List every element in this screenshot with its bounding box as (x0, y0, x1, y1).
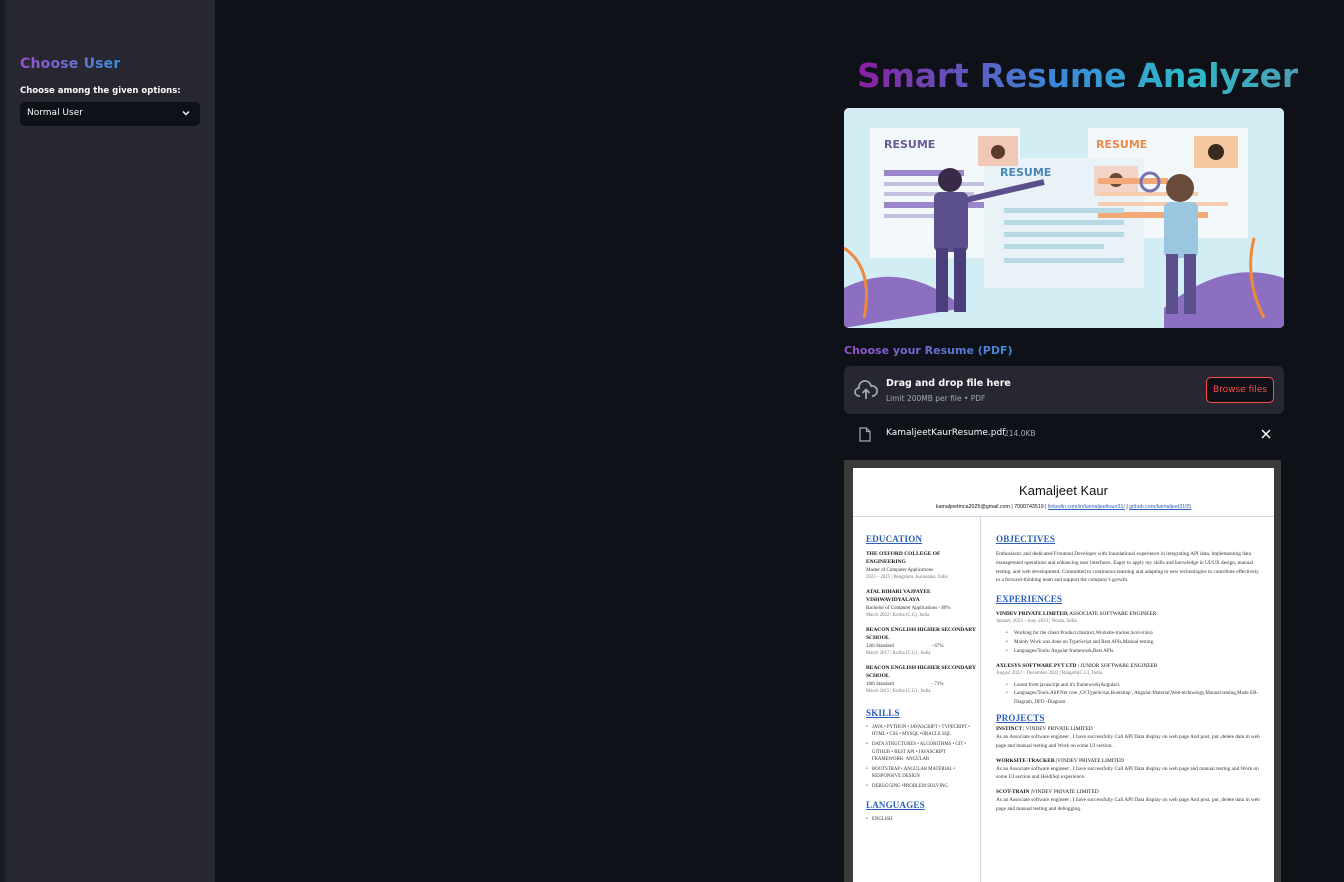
project-text: As an Associate software engineer , I ha… (996, 733, 1260, 749)
education-item: THE OXFORD COLLEGE OF ENGINEERING Master… (866, 550, 978, 581)
project-title: SCOT-TRAIN |VINDEV PRIVATE LIMITED (996, 788, 1262, 796)
education-institution: BEACON ENGLISH HIGHER SECONDARY SCHOOL (866, 665, 976, 679)
education-date: March 2015 | Korba (C.G) , India (866, 689, 931, 694)
education-item: BEACON ENGLISH HIGHER SECONDARY SCHOOL 1… (866, 664, 978, 695)
education-institution: ATAL BIHARI VAJPAYEE VISHWAVIDYALAYA (866, 589, 931, 603)
education-degree: 10th Standard - 71% (866, 682, 944, 687)
resume-github-link[interactable]: github.com/kamaljeet3105 (1129, 504, 1191, 510)
hero-sign-2: RESUME (1096, 138, 1147, 151)
resume-contact-sep: | (1126, 504, 1128, 510)
close-icon[interactable] (1260, 428, 1272, 440)
experience-date: August 2022 – December 2022 | Raigarh(C.… (996, 670, 1103, 676)
objectives-text: Enthusiastic and dedicated Frontend Deve… (996, 551, 1259, 584)
resume-linkedin-link[interactable]: linkedin.com/in/kamaljeetkaur31/ (1048, 504, 1125, 510)
education-degree: Bachelor of Computer Applications - 80% (866, 606, 951, 611)
languages-heading: LANGUAGES (866, 799, 925, 810)
project-text: As an Associate software engineer , I ha… (996, 765, 1259, 781)
experience-date: January 2023 – may-2023 | Noida, India (996, 619, 1077, 625)
education-date: March 2017 | Korba (C.G) , India (866, 651, 931, 656)
sidebar-edge (0, 0, 5, 882)
upload-label: Choose your Resume (PDF) (844, 344, 1013, 357)
skills-heading: SKILLS (866, 708, 900, 718)
resume-name: Kamaljeet Kaur (1019, 483, 1108, 498)
dropzone-limit-text: Limit 200MB per file • PDF (886, 394, 986, 403)
education-item: BEACON ENGLISH HIGHER SECONDARY SCHOOL 1… (866, 626, 978, 657)
experiences-heading: EXPERIENCES (996, 594, 1063, 605)
project-title: INSTINCT | VINDEV PRIVATE LIMITED (996, 725, 1262, 733)
objectives-heading: OBJECTIVES (996, 534, 1056, 544)
file-name: KamaljeetKaurResume.pdf (886, 428, 1006, 438)
chevron-down-icon (182, 110, 190, 116)
resume-contact: kamaljeetmca2025@gmail.com | 7000743519 … (853, 504, 1274, 510)
resume-left-column: EDUCATION THE OXFORD COLLEGE OF ENGINEER… (866, 534, 978, 826)
experience-bullet: Languages/Tools: Angular-framework,Rest … (996, 647, 1262, 656)
experience-bullet: Languages/Tools.ASP.Net core ,C#.TypeScr… (996, 689, 1262, 707)
project-name: SCOT-TRAIN (996, 789, 1030, 796)
dropzone-text: Drag and drop file here (886, 378, 1011, 389)
resume-email-phone: kamaljeetmca2025@gmail.com | 7000743519 … (935, 504, 1047, 510)
education-degree: Master of Computer Applications (866, 568, 934, 573)
experience-bullet: Learnt from javascript and it's framewor… (996, 681, 1262, 690)
skill-item: DEBUGGING •PROBLEM SOLVING (866, 783, 978, 790)
education-date: 2023 – 2025 | Bengaluru, Karnataka, Indi… (866, 575, 948, 580)
language-item: ENGLISH (866, 816, 978, 823)
education-date: March 2022 | Korba (C.G), India (866, 613, 930, 618)
experience-bullet: Working for the client Product.(Instinct… (996, 629, 1262, 638)
sidebar: Choose User Choose among the given optio… (0, 0, 215, 882)
sidebar-title: Choose User (20, 56, 121, 72)
project-item: INSTINCT | VINDEV PRIVATE LIMITED As an … (996, 725, 1262, 751)
resume-divider (853, 516, 1274, 517)
file-icon (859, 427, 871, 442)
uploaded-file-row: KamaljeetKaurResume.pdf 214.0KB (844, 422, 1284, 448)
project-name: INSTINCT (996, 725, 1023, 732)
project-item: SCOT-TRAIN |VINDEV PRIVATE LIMITED As an… (996, 788, 1262, 814)
experience-title: VINDEV PRIVATE LIMITED| ASSOCIATE SOFTWA… (996, 610, 1262, 618)
experience-item: AXLESYS SOFTWARE PVT LTD | JUNIOR SOFTWA… (996, 662, 1262, 707)
experience-role: | JUNIOR SOFTWARE ENGINEER (1077, 662, 1158, 669)
skill-item: BOOTSTRAP • ANGULAR MATERIAL • RESPONSIV… (866, 766, 978, 780)
browse-files-button[interactable]: Browse files (1206, 377, 1274, 403)
experience-title: AXLESYS SOFTWARE PVT LTD | JUNIOR SOFTWA… (996, 662, 1262, 670)
skill-item: JAVA • PYTHON • JAVASCRIPT • TYPECRIPT •… (866, 724, 978, 738)
hero-sign-1: RESUME (884, 138, 935, 151)
cloud-upload-icon (854, 380, 878, 399)
user-type-value: Normal User (27, 108, 83, 118)
experience-company: AXLESYS SOFTWARE PVT LTD (996, 662, 1077, 669)
project-text: As an Associate software engineer , I ha… (996, 797, 1260, 812)
education-institution: BEACON ENGLISH HIGHER SECONDARY SCHOOL (866, 627, 976, 641)
file-dropzone[interactable]: Drag and drop file here Limit 200MB per … (844, 366, 1284, 414)
file-size: 214.0KB (1004, 429, 1036, 438)
education-heading: EDUCATION (866, 534, 923, 544)
page-title: Smart Resume Analyzer (857, 56, 1298, 95)
project-org: | VINDEV PRIVATE LIMITED (1022, 725, 1093, 732)
hero-illustration: RESUME RESUME RESUME (844, 108, 1284, 328)
education-item: ATAL BIHARI VAJPAYEE VISHWAVIDYALAYA Bac… (866, 588, 978, 619)
user-type-label: Choose among the given options: (20, 86, 181, 96)
project-item: WORKSITE-TRACKER |VINDEV PRIVATE LIMITED… (996, 757, 1262, 783)
education-degree: 12th Standard - 67% (866, 644, 944, 649)
experience-company: VINDEV PRIVATE LIMITED (996, 611, 1067, 618)
user-type-select[interactable]: Normal User (20, 102, 200, 126)
pdf-page: Kamaljeet Kaur kamaljeetmca2025@gmail.co… (853, 468, 1274, 882)
project-name: WORKSITE-TRACKER (996, 757, 1055, 764)
experience-role: | ASSOCIATE SOFTWARE ENGINEER (1067, 611, 1157, 618)
hero-sign-3: RESUME (1000, 166, 1051, 179)
pdf-preview[interactable]: Kamaljeet Kaur kamaljeetmca2025@gmail.co… (844, 460, 1281, 882)
education-institution: THE OXFORD COLLEGE OF ENGINEERING (866, 551, 941, 565)
experience-bullet: Mainly Work was done on TypeScript and R… (996, 638, 1262, 647)
resume-column-divider (980, 517, 981, 882)
experience-item: VINDEV PRIVATE LIMITED| ASSOCIATE SOFTWA… (996, 610, 1262, 655)
project-title: WORKSITE-TRACKER |VINDEV PRIVATE LIMITED (996, 757, 1262, 765)
skill-item: DATA STRUCTURES • ALGORITHMS • GIT • GIT… (866, 741, 978, 763)
resume-right-column: OBJECTIVES Enthusiastic and dedicated Fr… (996, 534, 1262, 823)
project-org: |VINDEV PRIVATE LIMITED (1029, 789, 1099, 796)
project-org: |VINDEV PRIVATE LIMITED (1054, 757, 1125, 764)
projects-heading: PROJECTS (996, 712, 1045, 723)
